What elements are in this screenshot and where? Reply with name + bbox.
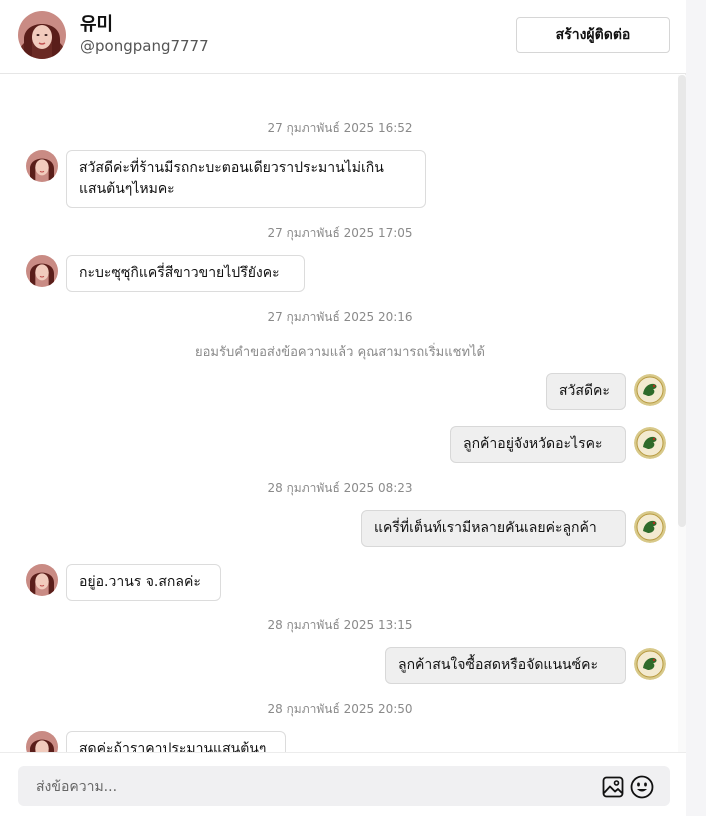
logo-icon <box>634 374 666 406</box>
sender-avatar <box>26 150 58 182</box>
sender-avatar <box>26 564 58 596</box>
outgoing-message: ลูกค้าอยู่จังหวัดอะไรคะ <box>450 426 626 463</box>
scrollbar-thumb[interactable] <box>678 75 686 527</box>
emoji-icon[interactable] <box>630 775 654 799</box>
message-list[interactable]: 27 กุมภาพันธ์ 2025 16:52 สวัสดีค่ะที่ร้า… <box>0 75 686 752</box>
incoming-message: อยู่อ.วานร จ.สกลค่ะ <box>66 564 221 601</box>
page-logo-avatar <box>634 374 666 406</box>
avatar-photo-icon <box>26 564 58 596</box>
logo-icon <box>634 511 666 543</box>
outgoing-message: สวัสดีคะ <box>546 373 626 410</box>
sender-avatar <box>26 731 58 752</box>
timestamp: 28 กุมภาพันธ์ 2025 20:50 <box>267 702 413 716</box>
message-scrollbar[interactable] <box>678 75 686 752</box>
avatar-photo-icon <box>26 150 58 182</box>
timestamp: 27 กุมภาพันธ์ 2025 17:05 <box>267 226 413 240</box>
page-logo-avatar <box>634 511 666 543</box>
logo-icon <box>634 427 666 459</box>
emoji-icon-glyph <box>630 775 654 799</box>
avatar-photo-icon <box>18 11 66 59</box>
chat-panel: 유미 @pongpang7777 สร้างผู้ติดต่อ 27 กุมภา… <box>0 0 686 816</box>
message-composer <box>0 752 686 816</box>
timestamp: 28 กุมภาพันธ์ 2025 13:15 <box>267 618 413 632</box>
contact-avatar[interactable] <box>18 11 66 59</box>
incoming-message: กะบะซุซุกิแครี่สีขาวขายไปรึยังคะ <box>66 255 305 292</box>
avatar-photo-icon <box>26 731 58 752</box>
contact-name: 유미 <box>80 14 114 35</box>
page-logo-avatar <box>634 427 666 459</box>
chat-header: 유미 @pongpang7777 สร้างผู้ติดต่อ <box>0 0 686 74</box>
composer-box <box>18 766 670 808</box>
outgoing-message: แครี่ที่เต็นท์เรามีหลายคันเลยค่ะลูกค้า <box>361 510 626 547</box>
timestamp: 28 กุมภาพันธ์ 2025 08:23 <box>267 481 413 495</box>
timestamp: 27 กุมภาพันธ์ 2025 16:52 <box>267 121 413 135</box>
incoming-message: สดค่ะถ้าราคาประมานแสนต้นๆ <box>66 731 286 752</box>
app-window: 유미 @pongpang7777 สร้างผู้ติดต่อ 27 กุมภา… <box>0 0 706 816</box>
outgoing-message: ลูกค้าสนใจซื้อสดหรือจัดแนนซ์คะ <box>385 647 626 684</box>
timestamp: 27 กุมภาพันธ์ 2025 20:16 <box>267 310 413 324</box>
message-input[interactable] <box>34 766 578 808</box>
contact-handle: @pongpang7777 <box>80 37 209 55</box>
create-contact-button[interactable]: สร้างผู้ติดต่อ <box>516 17 670 53</box>
system-notice: ยอมรับคำขอส่งข้อความแล้ว คุณสามารถเริ่มแ… <box>195 345 485 360</box>
incoming-message: สวัสดีค่ะที่ร้านมีรถกะบะตอนเดียวราประมาน… <box>66 150 426 208</box>
page-logo-avatar <box>634 648 666 680</box>
image-icon[interactable] <box>602 776 624 798</box>
sender-avatar <box>26 255 58 287</box>
avatar-photo-icon <box>26 255 58 287</box>
image-icon-glyph <box>602 776 624 798</box>
logo-icon <box>634 648 666 680</box>
